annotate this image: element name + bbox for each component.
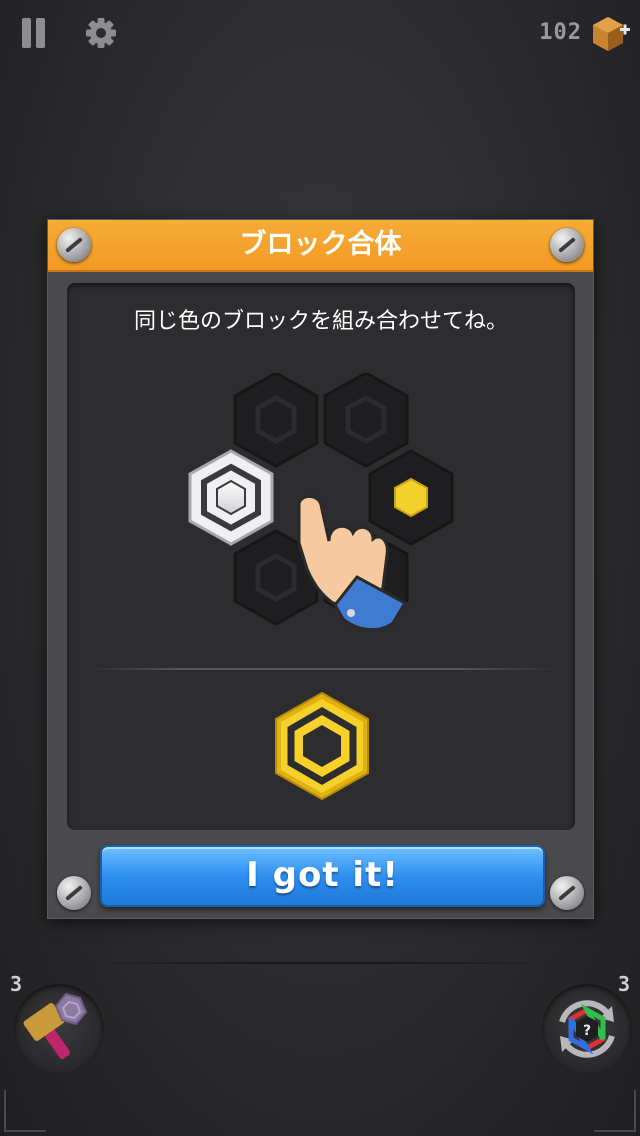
bottom-divider [80,962,560,964]
screw-icon [57,876,91,910]
screw-icon [550,228,584,262]
corner-ornament [4,1090,46,1132]
divider [85,668,557,670]
hammer-icon [23,992,88,1060]
got-it-button[interactable]: I got it! [100,845,545,907]
dialog-title: ブロック合体 [239,229,402,260]
corner-ornament [594,1090,636,1132]
top-bar: 102 [0,0,640,70]
hammer-tool-button[interactable] [14,984,104,1074]
add-coins-button[interactable] [590,14,630,54]
tutorial-panel: 同じ色のブロックを組み合わせてね。 [67,283,575,830]
hex-board-illustration [188,373,454,632]
tutorial-dialog: ブロック合体 同じ色のブロックを組み合わせてね。 I got it! [47,219,594,919]
empty-hex-slot [233,373,319,468]
white-hex-block [188,449,274,546]
rainbow-shuffle-icon: ? [559,1000,615,1058]
empty-hex-slot [323,373,409,468]
screw-icon [550,876,584,910]
gold-hex-result-icon [275,691,369,801]
bronze-hex-coin-plus-icon [593,17,630,51]
got-it-label: I got it! [246,855,399,895]
settings-button[interactable] [84,16,118,50]
coin-count: 102 [539,20,582,45]
instruction-text: 同じ色のブロックを組み合わせてね。 [133,309,508,334]
shuffle-tool-button[interactable]: ? [542,984,632,1074]
pause-button[interactable] [20,18,48,48]
dialog-header: ブロック合体 [48,220,593,272]
small-yellow-hex-block [394,477,428,518]
pause-icon [22,18,31,48]
screw-icon [57,228,91,262]
gear-icon [86,18,116,48]
svg-text:?: ? [583,1023,591,1039]
